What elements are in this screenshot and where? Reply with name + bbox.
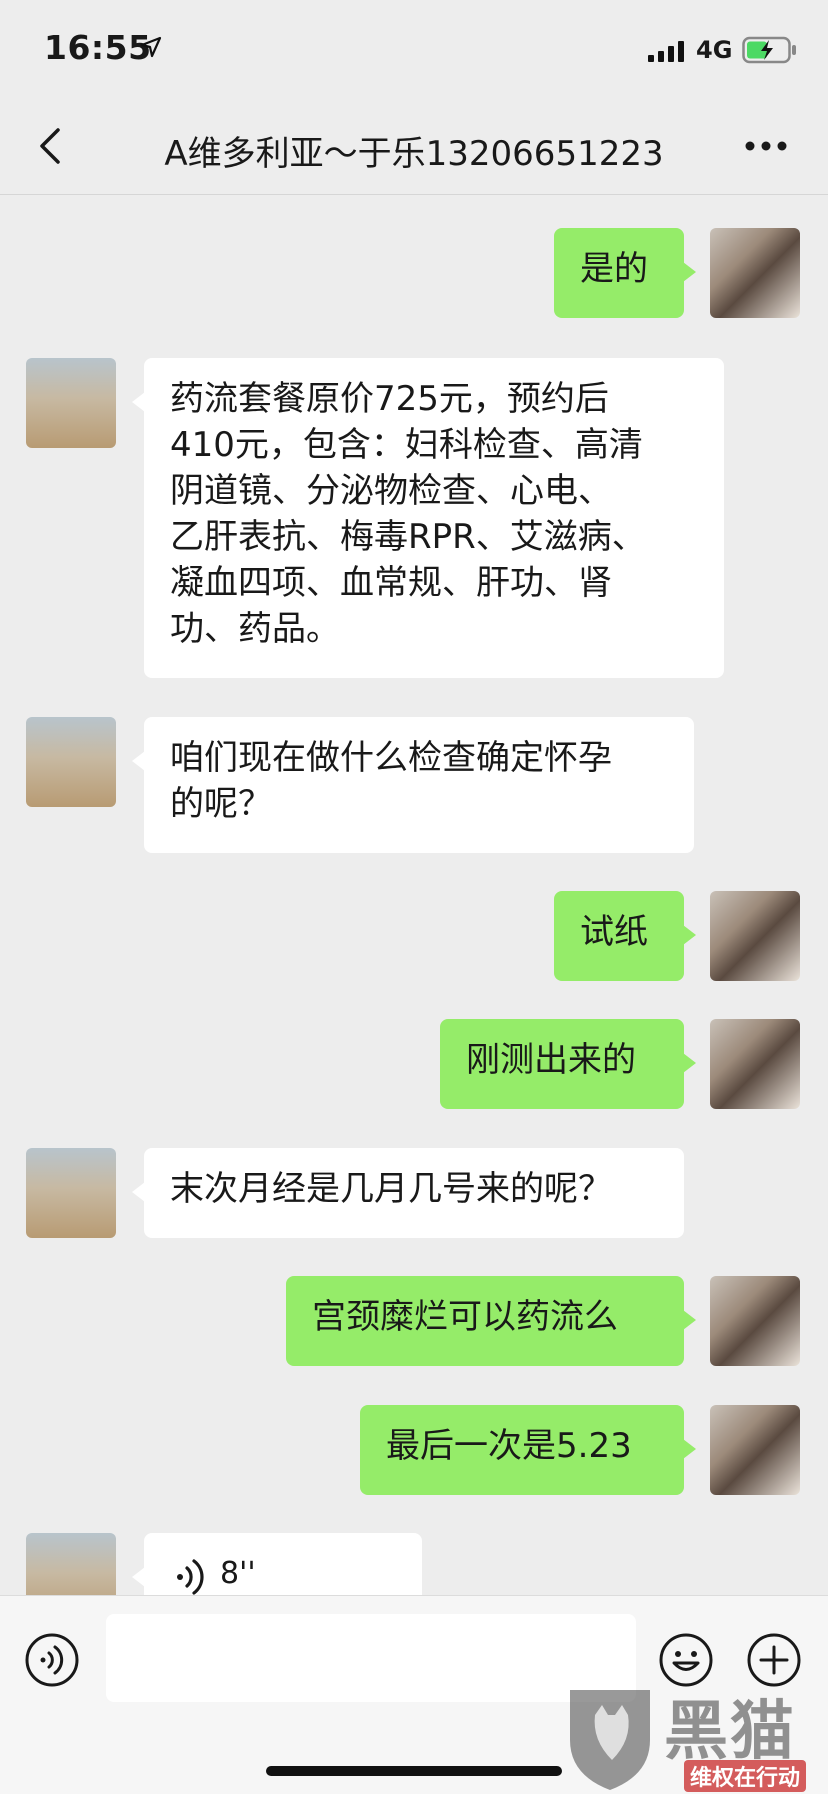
contact-avatar[interactable]	[26, 1148, 116, 1238]
cat-shield-logo	[570, 1690, 650, 1790]
message-input[interactable]	[106, 1614, 636, 1702]
watermark: 黑猫 维权在行动	[560, 1680, 828, 1793]
contact-avatar[interactable]	[26, 717, 116, 807]
voice-input-icon[interactable]	[24, 1632, 80, 1688]
watermark-text: 黑猫	[664, 1695, 796, 1769]
message-bubble-outgoing[interactable]: 刚测出来的	[440, 1019, 696, 1109]
message-line: 药流套餐原价725元，预约后	[170, 379, 609, 419]
watermark-subtext: 维权在行动	[684, 1760, 807, 1792]
message-bubble-incoming[interactable]: 咱们现在做什么检查确定怀孕 的呢？	[132, 717, 694, 853]
chat-title: A维多利亚～于乐13206651223	[164, 134, 664, 174]
battery-charging-icon	[742, 36, 796, 64]
message-line: 功、药品。	[170, 609, 340, 649]
message-line: 最后一次是5.23	[386, 1426, 632, 1466]
message-line: 宫颈糜烂可以药流么	[312, 1297, 618, 1337]
voice-message-bubble[interactable]: 8''	[132, 1533, 422, 1595]
message-line: 乙肝表抗、梅毒RPR、艾滋病、	[170, 517, 646, 557]
chat-header: A维多利亚～于乐13206651223	[0, 100, 828, 195]
message-line: 刚测出来的	[466, 1040, 636, 1080]
my-avatar[interactable]	[710, 891, 800, 981]
message-line: 咱们现在做什么检查确定怀孕	[170, 738, 612, 778]
message-bubble-outgoing[interactable]: 最后一次是5.23	[360, 1405, 696, 1495]
message-bubble-outgoing[interactable]: 宫颈糜烂可以药流么	[286, 1276, 696, 1366]
my-avatar[interactable]	[710, 1276, 800, 1366]
my-avatar[interactable]	[710, 1019, 800, 1109]
my-avatar[interactable]	[710, 228, 800, 318]
more-dots-icon[interactable]	[742, 138, 790, 154]
message-line: 阴道镜、分泌物检查、心电、	[170, 471, 612, 511]
message-line: 试纸	[580, 912, 648, 952]
message-line: 凝血四项、血常规、肝功、肾	[170, 563, 612, 603]
signal-icon	[648, 41, 684, 62]
message-line: 末次月经是几月几号来的呢？	[170, 1169, 612, 1209]
voice-duration: 8''	[220, 1556, 256, 1591]
message-bubble-incoming[interactable]: 末次月经是几月几号来的呢？	[132, 1148, 684, 1238]
message-line: 410元，包含：妇科检查、高清	[170, 425, 643, 465]
my-avatar[interactable]	[710, 1405, 800, 1495]
message-line: 的呢？	[170, 784, 272, 824]
message-bubble-incoming[interactable]: 药流套餐原价725元，预约后 410元，包含：妇科检查、高清 阴道镜、分泌物检查…	[132, 358, 724, 678]
message-bubble-outgoing[interactable]: 是的	[554, 228, 696, 318]
status-bar: 16:55 4G	[0, 0, 828, 100]
location-arrow-icon	[140, 36, 162, 58]
network-type: 4G	[696, 36, 733, 64]
contact-avatar[interactable]	[26, 1533, 116, 1595]
status-time: 16:55	[44, 28, 152, 67]
voice-wave-icon	[177, 1559, 204, 1595]
message-line: 是的	[580, 249, 648, 289]
message-bubble-outgoing[interactable]: 试纸	[554, 891, 696, 981]
contact-avatar[interactable]	[26, 358, 116, 448]
home-indicator	[266, 1766, 562, 1776]
message-list[interactable]: 是的 药流套餐原价725元，预约后 410元，包含：妇科检查、高清 阴道镜、分泌…	[0, 195, 828, 1595]
